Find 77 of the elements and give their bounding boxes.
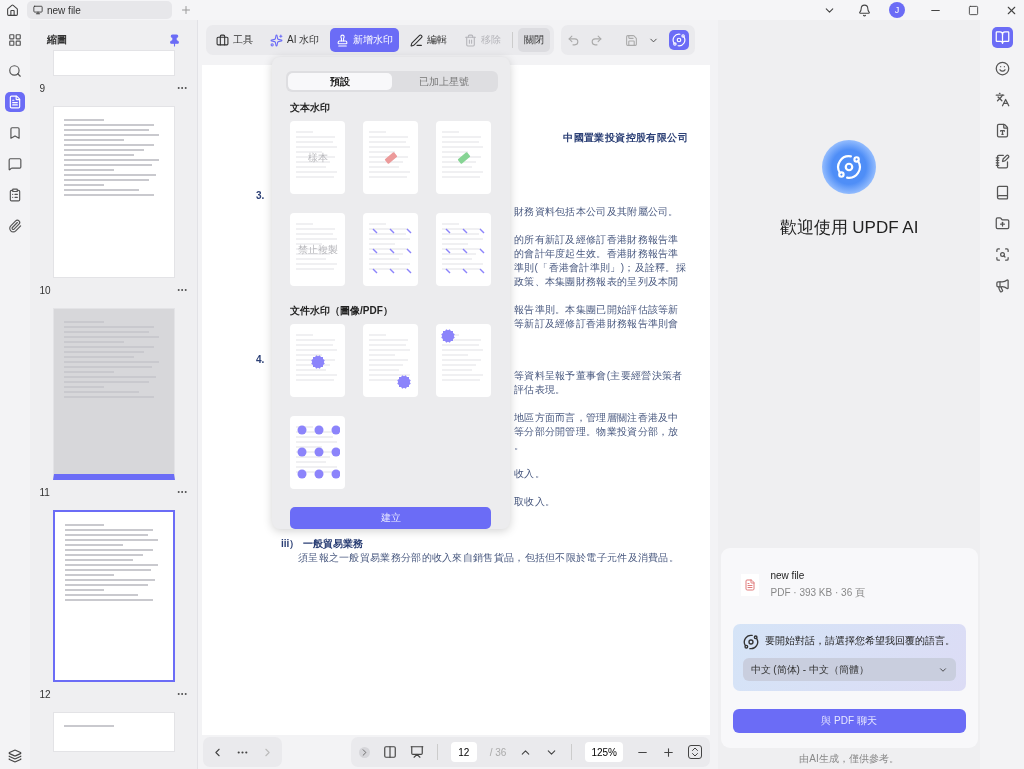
toolbar-button[interactable]: AI 水印 bbox=[264, 28, 326, 52]
toolbox-icon bbox=[216, 33, 229, 47]
page-number: 12 bbox=[39, 688, 51, 700]
page-number-field[interactable]: 12 bbox=[450, 742, 477, 762]
text-line: 財務資料包括本公司及其附屬公司。 bbox=[514, 205, 680, 219]
badge-icon bbox=[310, 354, 326, 371]
text-line: 評估表現。 bbox=[514, 383, 567, 397]
trash-icon bbox=[464, 33, 478, 47]
pen-icon bbox=[410, 33, 424, 47]
create-button[interactable]: 建立 bbox=[290, 507, 491, 529]
text-line: 政策、本集團財務報表的呈列及本閒 bbox=[514, 275, 680, 289]
page-thumbnail[interactable] bbox=[52, 510, 175, 682]
text-line: 等資料呈報予董事會(主要經營決策者 bbox=[514, 369, 684, 383]
ai-logo-icon bbox=[822, 140, 876, 194]
text-line: 等新訂及經修訂香港財務報告準則會 bbox=[514, 317, 680, 331]
text-line: 。 bbox=[514, 439, 526, 453]
file-name: new file bbox=[770, 570, 806, 581]
section-title: 文本水印 bbox=[290, 101, 331, 116]
watermark-template[interactable] bbox=[363, 324, 418, 398]
watermark-template[interactable] bbox=[290, 324, 345, 398]
zoom-level[interactable]: 125% bbox=[585, 742, 623, 762]
watermark-template[interactable] bbox=[290, 416, 345, 490]
section-title: 文件水印（圖像/PDF） bbox=[290, 304, 394, 319]
sparkle-icon bbox=[270, 33, 283, 47]
text-line: 取收入。 bbox=[514, 495, 557, 509]
text-line: 收入。 bbox=[514, 467, 546, 481]
text-line: 的所有新訂及經修訂香港財務報告準 bbox=[514, 233, 680, 247]
text-line: 等分部分開管理。物業投資分部，放 bbox=[514, 425, 680, 439]
welcome-title: 歡迎使用 UPDF AI bbox=[779, 217, 919, 239]
prompt-text: 要開始對話，請選擇您希望我回覆的語言。 bbox=[764, 634, 955, 648]
text-line: 地區方面而言，管理層關注香港及中 bbox=[514, 411, 680, 425]
pin-icon[interactable] bbox=[168, 33, 181, 47]
page-number: 11 bbox=[39, 486, 50, 498]
book-icon[interactable] bbox=[991, 27, 1013, 48]
fit-page-icon[interactable] bbox=[688, 745, 702, 759]
monitor-icon bbox=[33, 5, 43, 15]
text-line: 報告準則。本集團已開始評估該等新 bbox=[514, 303, 680, 317]
ai-assistant-button[interactable] bbox=[669, 30, 690, 50]
pdf-file-icon bbox=[740, 574, 759, 596]
subsection-title: 一般貿易業務 bbox=[303, 537, 364, 551]
text-line: 的會計年度起生效。香港財務報告準 bbox=[514, 247, 680, 261]
ai-icon bbox=[742, 634, 759, 650]
disclaimer-text: 由AI生成，僅供參考。 bbox=[799, 752, 899, 766]
document-tab[interactable]: new file bbox=[27, 1, 172, 19]
bell-icon[interactable] bbox=[858, 3, 871, 17]
tab[interactable]: 預設 bbox=[288, 73, 392, 91]
language-select[interactable]: 中文 (简体) - 中文（簡體） bbox=[742, 658, 956, 681]
home-icon[interactable] bbox=[6, 3, 19, 17]
toolbar-button[interactable]: 新增水印 bbox=[330, 28, 400, 52]
maximize-icon[interactable] bbox=[968, 4, 979, 16]
text-line: 準則(「香港會計準則」)；及詮釋。採 bbox=[514, 261, 688, 275]
file-info: PDF · 393 KB · 36 頁 bbox=[770, 586, 865, 600]
subsection-number: iii） bbox=[281, 537, 300, 551]
expand-icon[interactable] bbox=[358, 746, 370, 758]
two-page-icon[interactable] bbox=[382, 745, 397, 759]
page-icon[interactable] bbox=[5, 92, 25, 112]
layers-icon[interactable] bbox=[8, 749, 22, 763]
present-icon[interactable] bbox=[409, 745, 424, 759]
section-number: 3. bbox=[256, 189, 265, 203]
close-button[interactable]: 關閉 bbox=[518, 28, 551, 52]
tools-button[interactable]: 工具 bbox=[210, 28, 259, 52]
badge-icon bbox=[440, 328, 456, 345]
stamp-icon bbox=[336, 33, 350, 47]
section-number: 4. bbox=[256, 353, 265, 367]
chat-with-pdf-button[interactable]: 與 PDF 聊天 bbox=[732, 709, 966, 733]
toolbar-button[interactable]: 編輯 bbox=[404, 28, 454, 52]
page-total: / 36 bbox=[489, 746, 507, 758]
badge-icon bbox=[396, 374, 412, 391]
page-number: 10 bbox=[39, 284, 51, 296]
page-number: 9 bbox=[39, 82, 46, 94]
panel-title: 縮圖 bbox=[47, 33, 67, 47]
watermark-template[interactable] bbox=[436, 324, 491, 398]
document-heading: 中國置業投資控股有限公司 bbox=[563, 131, 688, 145]
text-line: 須呈報之一般貿易業務分部的收入來自銷售貨品，包括但不限於電子元件及消費品。 bbox=[298, 551, 681, 565]
user-avatar[interactable]: J bbox=[889, 2, 905, 18]
tab[interactable]: 已加上星號 bbox=[392, 73, 496, 91]
zoom-in-icon[interactable] bbox=[662, 745, 675, 759]
